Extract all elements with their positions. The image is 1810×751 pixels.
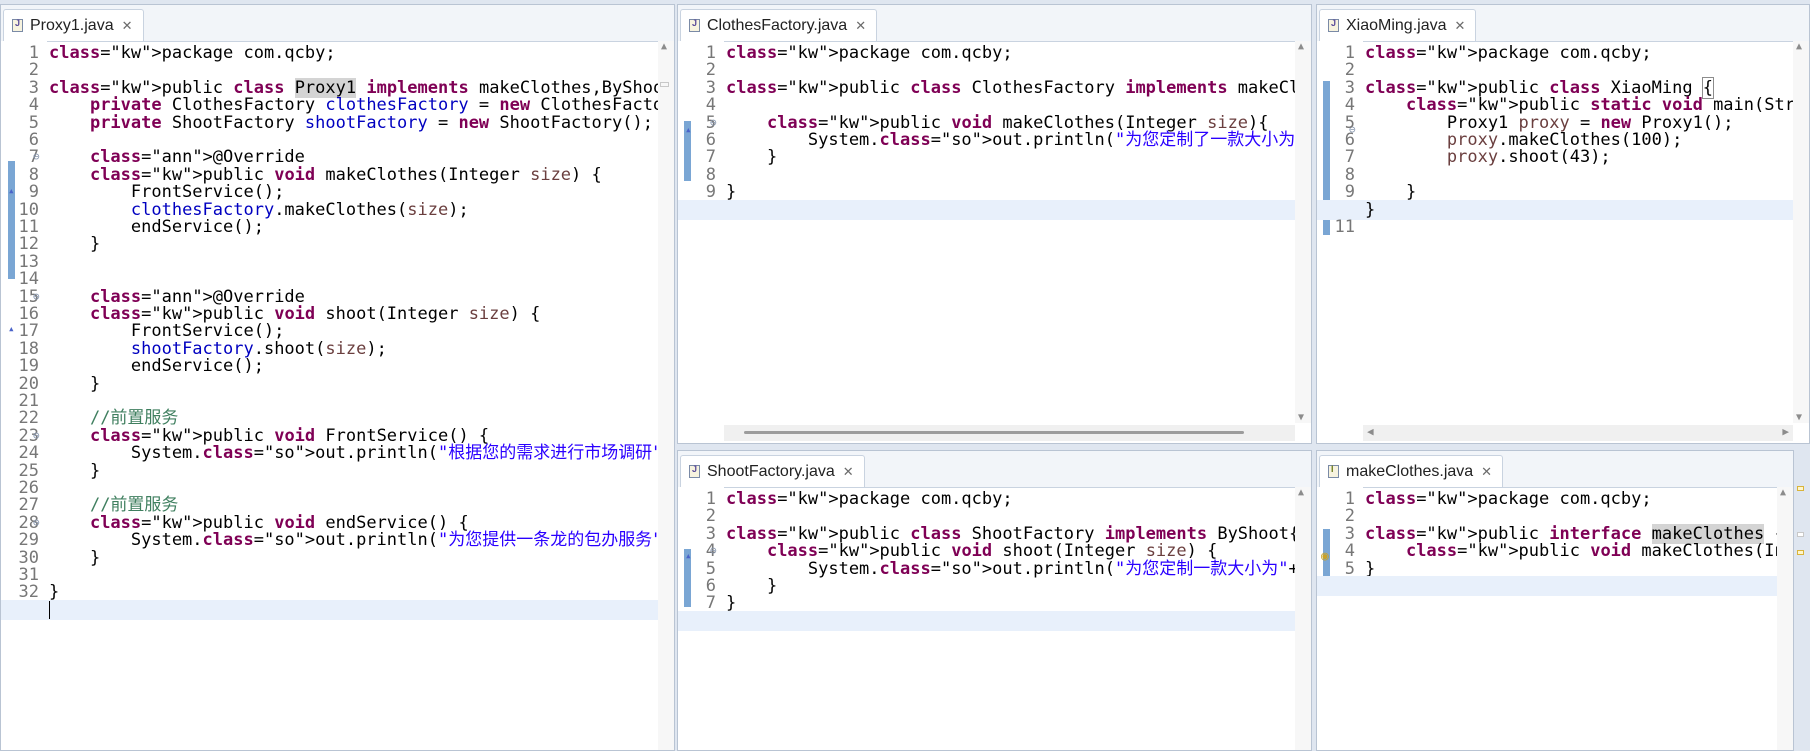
editor-makeclothes: makeClothes.java ✕ ◉ 1class="kw">package… — [1316, 450, 1794, 751]
scroll-up-icon[interactable]: ▲ — [661, 41, 667, 52]
close-icon[interactable]: ✕ — [1481, 464, 1492, 480]
tab-makeclothes[interactable]: makeClothes.java ✕ — [1319, 455, 1504, 487]
close-icon[interactable]: ✕ — [1455, 18, 1466, 34]
tab-label: XiaoMing.java — [1346, 16, 1447, 34]
interface-file-icon — [1328, 464, 1339, 478]
close-icon[interactable]: ✕ — [843, 464, 854, 480]
scroll-up-icon[interactable]: ▲ — [1796, 41, 1802, 52]
horizontal-scrollbar[interactable]: ◀ ▶ — [1363, 425, 1793, 441]
overview-ruler — [660, 82, 669, 87]
warning-marker[interactable] — [1797, 550, 1804, 555]
tab-bar: XiaoMing.java ✕ — [1317, 5, 1809, 42]
editor-clothesfactory: ClothesFactory.java ✕ ▴ 1class="kw">pack… — [677, 4, 1312, 444]
scroll-up-icon[interactable]: ▲ — [1298, 41, 1304, 52]
tab-clothesfactory[interactable]: ClothesFactory.java ✕ — [680, 9, 878, 41]
scroll-down-icon[interactable]: ▼ — [1796, 412, 1802, 423]
scroll-thumb[interactable] — [744, 431, 1244, 434]
vertical-scrollbar[interactable]: ▲ ▼ — [1295, 41, 1311, 423]
text-caret — [49, 600, 50, 619]
java-file-icon — [12, 18, 23, 32]
scroll-up-icon[interactable]: ▲ — [1780, 487, 1786, 498]
vertical-scrollbar[interactable]: ▲ — [1777, 487, 1793, 750]
close-icon[interactable]: ✕ — [122, 18, 133, 34]
tab-label: ShootFactory.java — [707, 462, 835, 480]
scroll-down-icon[interactable]: ▼ — [1298, 412, 1304, 423]
tab-bar: ClothesFactory.java ✕ — [678, 5, 1311, 42]
java-file-icon — [1328, 18, 1339, 32]
vertical-scrollbar[interactable]: ▲ — [658, 41, 674, 750]
tab-shootfactory[interactable]: ShootFactory.java ✕ — [680, 455, 865, 487]
code-line — [678, 199, 1295, 220]
tab-label: makeClothes.java — [1346, 462, 1474, 480]
tab-label: Proxy1.java — [30, 16, 114, 34]
tab-bar: ShootFactory.java ✕ — [678, 451, 1311, 488]
code-area[interactable]: 1 class="kw">package com.qcby; 2 3 class="kw… — [1317, 41, 1793, 423]
warning-marker[interactable] — [1797, 532, 1804, 537]
code-line — [678, 610, 1295, 631]
code-area[interactable]: 1 class="kw">package com.qcby; 2 3 class="kw… — [678, 487, 1295, 750]
warning-marker[interactable] — [1797, 486, 1804, 491]
tab-proxy1[interactable]: Proxy1.java ✕ — [3, 9, 144, 41]
java-file-icon — [689, 18, 700, 32]
horizontal-scrollbar[interactable] — [724, 425, 1295, 441]
editor-xiaoming: XiaoMing.java ✕ ⊖ 1class="kw">package co… — [1316, 4, 1810, 444]
tab-label: ClothesFactory.java — [707, 16, 848, 34]
java-file-icon — [689, 464, 700, 478]
vertical-scrollbar[interactable]: ▲ ▼ — [1793, 41, 1809, 423]
scroll-right-icon[interactable]: ▶ — [1782, 425, 1789, 438]
tab-xiaoming[interactable]: XiaoMing.java ✕ — [1319, 9, 1477, 41]
editor-shootfactory: ShootFactory.java ✕ ▴ 1class="kw">packag… — [677, 450, 1312, 751]
vertical-scrollbar[interactable]: ▲ — [1295, 487, 1311, 750]
close-icon[interactable]: ✕ — [855, 18, 866, 34]
code-area[interactable]: 1 class="kw">package com.qcby; 2 3 class="kw… — [1317, 487, 1777, 750]
code-area[interactable]: 1 class="kw">package com.qcby; 2 3 class="kw… — [1, 41, 658, 750]
code-area[interactable]: 1 class="kw">package com.qcby; 2 3 class="kw… — [678, 41, 1295, 423]
scroll-up-icon[interactable]: ▲ — [1298, 487, 1304, 498]
editor-proxy1: Proxy1.java ✕ ▴ ▴ 1class="kw">package co… — [0, 4, 675, 751]
tab-bar: makeClothes.java ✕ — [1317, 451, 1793, 488]
code-line — [1, 599, 658, 620]
code-line — [1317, 576, 1777, 596]
scroll-left-icon[interactable]: ◀ — [1367, 425, 1374, 438]
tab-bar: Proxy1.java ✕ — [1, 5, 674, 42]
